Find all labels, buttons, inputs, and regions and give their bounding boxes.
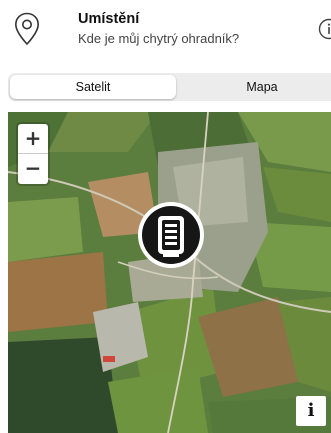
page-title: Umístění — [78, 11, 140, 27]
electric-fence-device-icon[interactable] — [135, 199, 207, 271]
satellite-tab[interactable]: Satelit — [10, 75, 176, 99]
satellite-imagery — [8, 112, 331, 433]
location-header: Umístění Kde je můj chytrý ohradník? — [0, 0, 331, 62]
map-info-button[interactable]: i — [296, 396, 326, 426]
location-pin-icon — [14, 12, 40, 46]
zoom-control: + − — [18, 124, 48, 184]
zoom-in-button[interactable]: + — [18, 124, 48, 154]
info-icon[interactable] — [318, 18, 331, 40]
map-tab[interactable]: Mapa — [182, 75, 331, 99]
zoom-out-button[interactable]: − — [18, 154, 48, 184]
satellite-map[interactable]: + − i — [8, 112, 331, 433]
page-subtitle: Kde je můj chytrý ohradník? — [78, 31, 240, 46]
map-type-toggle: Satelit Mapa — [8, 73, 331, 101]
